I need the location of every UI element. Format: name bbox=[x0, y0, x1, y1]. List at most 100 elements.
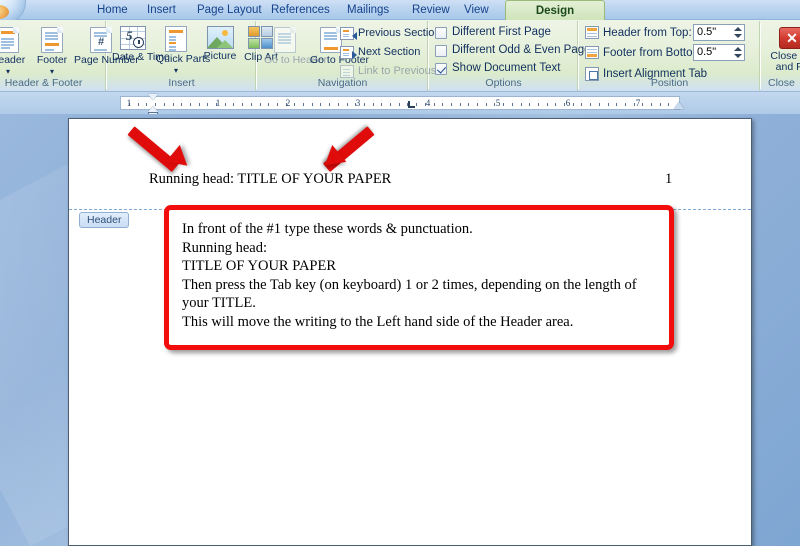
ruler-tick bbox=[207, 103, 209, 106]
ribbon-group-insert: 5 Date & Time Quick Parts ▾ Picture Clip… bbox=[108, 21, 278, 91]
checkbox-icon[interactable] bbox=[435, 27, 447, 39]
next-section-button[interactable]: Next Section bbox=[340, 45, 420, 60]
header-dropdown-arrow-icon[interactable]: ▾ bbox=[0, 66, 28, 77]
ruler-number: 3 bbox=[355, 98, 361, 108]
ruler-tick bbox=[668, 103, 670, 106]
ruler-tick bbox=[155, 103, 157, 106]
ruler-tick bbox=[598, 103, 600, 106]
ruler-number: 1 bbox=[126, 98, 132, 108]
spinner-up-icon[interactable] bbox=[734, 27, 742, 31]
ruler-tick bbox=[189, 103, 191, 106]
document-header-icon bbox=[0, 27, 19, 53]
ruler-tick bbox=[303, 103, 304, 106]
tab-home[interactable]: Home bbox=[88, 0, 137, 20]
arrow-to-running-head-left bbox=[127, 123, 199, 175]
instruction-callout-text: In front of the #1 type these words & pu… bbox=[182, 220, 663, 331]
ruler-tick bbox=[172, 103, 174, 106]
previous-section-label: Previous Section bbox=[358, 27, 441, 39]
ruler-tick bbox=[607, 103, 609, 106]
tab-references[interactable]: References bbox=[262, 0, 339, 20]
quick-parts-icon bbox=[165, 26, 187, 52]
ruler-tick bbox=[459, 103, 461, 106]
go-to-header-button[interactable]: Go to Header bbox=[264, 27, 328, 66]
checkbox-icon[interactable] bbox=[435, 45, 447, 57]
go-to-header-button-label: Go to Header bbox=[264, 54, 328, 66]
ruler-tick bbox=[363, 103, 365, 106]
header-area-tag: Header bbox=[79, 212, 130, 228]
ruler-tick bbox=[468, 103, 470, 106]
ribbon-group-header-footer-label: Header & Footer bbox=[4, 77, 83, 89]
ruler-tick bbox=[146, 103, 148, 106]
ruler-tick bbox=[651, 103, 652, 106]
date-and-time-button[interactable]: 5 Date & Time bbox=[112, 26, 170, 63]
ruler-tick bbox=[390, 103, 391, 106]
ruler-tick bbox=[276, 103, 278, 106]
show-document-text-checkbox[interactable]: Show Document Text bbox=[434, 61, 560, 76]
quick-parts-dropdown-arrow-icon[interactable]: ▾ bbox=[156, 65, 196, 76]
footer-from-bottom-spinner[interactable]: 0.5" bbox=[693, 44, 745, 61]
ruler-tick bbox=[381, 103, 383, 106]
ruler-tick bbox=[477, 103, 478, 106]
first-line-indent-marker[interactable] bbox=[148, 94, 158, 100]
ruler-tick bbox=[372, 103, 374, 106]
callout-line-2: Running head: bbox=[182, 239, 267, 256]
calendar-clock-icon: 5 bbox=[120, 26, 146, 50]
show-document-text-label: Show Document Text bbox=[452, 62, 561, 74]
tab-page-layout[interactable]: Page Layout bbox=[188, 0, 271, 20]
callout-line-3: TITLE OF YOUR PAPER bbox=[182, 258, 337, 274]
right-indent-marker[interactable] bbox=[674, 102, 684, 109]
ruler-tick bbox=[181, 103, 183, 106]
ribbon-group-insert-label: Insert bbox=[168, 77, 195, 89]
tab-design[interactable]: Design bbox=[505, 0, 605, 21]
quick-parts-button[interactable]: Quick Parts ▾ bbox=[156, 26, 210, 76]
previous-section-button[interactable]: Previous Section bbox=[340, 26, 441, 41]
checkbox-checked-icon[interactable] bbox=[435, 63, 447, 75]
spinner-down-icon[interactable] bbox=[734, 34, 742, 38]
tab-view[interactable]: View bbox=[455, 0, 498, 20]
arrow-to-title-text bbox=[309, 123, 379, 175]
ruler-tick bbox=[329, 103, 331, 106]
tab-insert[interactable]: Insert bbox=[138, 0, 185, 20]
picture-button[interactable]: Picture bbox=[198, 26, 242, 62]
ruler-number: 7 bbox=[635, 98, 641, 108]
ruler-tick bbox=[581, 103, 583, 106]
spinner-buttons[interactable] bbox=[731, 45, 743, 60]
tab-stop-marker[interactable] bbox=[408, 101, 415, 108]
ruler-band: 1 1 2 3 4 5 6 7 bbox=[0, 92, 800, 116]
previous-section-icon bbox=[340, 27, 357, 40]
ruler-tick bbox=[624, 103, 626, 106]
close-header-and-footer-button[interactable]: ✕ Close He and Fo bbox=[764, 27, 800, 73]
ruler-tick bbox=[555, 103, 557, 106]
horizontal-ruler[interactable]: 1 1 2 3 4 5 6 7 bbox=[120, 94, 684, 116]
ribbon-group-navigation: Go to Header Go to Footer Previous Secti… bbox=[258, 21, 441, 91]
ruler-tick bbox=[320, 103, 322, 106]
ruler-tick bbox=[250, 103, 252, 106]
ruler-tick bbox=[242, 103, 244, 106]
spinner-buttons[interactable] bbox=[731, 25, 743, 40]
ruler-tick bbox=[433, 103, 435, 106]
tab-review[interactable]: Review bbox=[403, 0, 459, 20]
tab-mailings[interactable]: Mailings bbox=[338, 0, 398, 20]
ruler-tick bbox=[233, 103, 235, 106]
ruler-tick bbox=[416, 103, 418, 106]
footer-from-bottom-icon bbox=[585, 46, 599, 59]
header-from-top-spinner[interactable]: 0.5" bbox=[693, 24, 745, 41]
close-button-line2: and Fo bbox=[775, 61, 800, 73]
different-odd-even-pages-label: Different Odd & Even Pages bbox=[452, 44, 597, 56]
document-page[interactable]: Header Running head: TITLE OF YOUR PAPER… bbox=[68, 118, 752, 546]
ruler-tick bbox=[259, 103, 261, 106]
header-button[interactable]: Header ▾ bbox=[0, 27, 28, 77]
spinner-up-icon[interactable] bbox=[734, 47, 742, 51]
spinner-down-icon[interactable] bbox=[734, 54, 742, 58]
close-x-icon: ✕ bbox=[779, 27, 800, 49]
picture-button-label: Picture bbox=[203, 50, 237, 62]
footer-button-label: Footer bbox=[36, 54, 68, 66]
ruler-tick bbox=[346, 103, 348, 106]
different-first-page-checkbox[interactable]: Different First Page bbox=[434, 25, 551, 40]
page-number-text[interactable]: 1 bbox=[665, 171, 672, 188]
ribbon-group-close: ✕ Close He and Fo Close bbox=[762, 21, 800, 91]
different-odd-even-pages-checkbox[interactable]: Different Odd & Even Pages bbox=[434, 43, 596, 58]
footer-button[interactable]: Footer ▾ bbox=[32, 27, 72, 77]
document-workspace[interactable]: Header Running head: TITLE OF YOUR PAPER… bbox=[0, 114, 800, 546]
footer-dropdown-arrow-icon[interactable]: ▾ bbox=[32, 66, 72, 77]
